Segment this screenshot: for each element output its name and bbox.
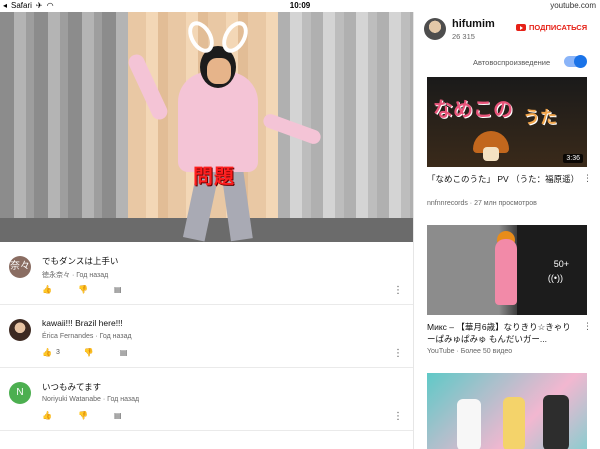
video-duration: 3:36 — [563, 154, 583, 163]
video-player[interactable]: 問題 — [0, 12, 413, 242]
autoplay-toggle[interactable] — [564, 55, 587, 68]
video-caption: 問題 — [193, 164, 235, 188]
comment-author[interactable]: Érica Fernandes — [42, 333, 93, 340]
recommendation-item[interactable] — [427, 373, 587, 449]
dislike-icon[interactable]: 👎 — [78, 285, 88, 294]
channel-avatar[interactable] — [424, 18, 446, 40]
like-count: 3 — [55, 349, 60, 356]
more-vert-icon[interactable]: ⋮ — [583, 173, 592, 184]
mix-radio-icon: ((•)) — [547, 273, 563, 283]
video-frame-curtain-left — [0, 12, 128, 222]
comment-time: Год назад — [76, 272, 109, 279]
dislike-icon[interactable]: 👎 — [78, 411, 88, 420]
thumbnail-title-text: うた — [523, 108, 557, 127]
comment-author[interactable]: 徳永奈々 — [42, 272, 70, 279]
video-dancer-face — [207, 58, 231, 84]
toggle-knob — [574, 55, 587, 68]
video-thumbnail[interactable] — [427, 373, 587, 449]
like-icon[interactable]: 👍 — [42, 285, 52, 294]
comment-text: kawaii!!! Brazil here!!! — [42, 318, 123, 328]
thumbnail-title-text: なめこの — [433, 97, 513, 121]
comment-text: でもダンスは上手い — [42, 256, 119, 266]
comment-time: Год назад — [107, 396, 140, 403]
mix-thumbnail[interactable]: 50+ ((•)) — [427, 225, 587, 315]
thumbnail-figure — [457, 399, 481, 449]
subscribe-button[interactable]: ПОДПИСАТЬСЯ — [516, 23, 587, 32]
more-vert-icon[interactable]: ⋮ — [393, 412, 403, 422]
comment-actions: 👍 👎 ▤ — [42, 411, 148, 420]
status-bar: ◂ Safari ✈ ◠ 10:09 youtube.com — [0, 0, 600, 12]
comments-list: 奈々 でもダンスは上手い 徳永奈々 · Год назад 👍 👎 ▤ ⋮ ka… — [0, 242, 413, 431]
like-icon[interactable]: 👍 — [42, 348, 52, 357]
recommendation-item[interactable]: 50+ ((•)) Микс – 【華月6歳】なりきり☆きゃりーぱみゅぱみゅ も… — [427, 225, 592, 375]
avatar[interactable]: N — [9, 382, 31, 404]
playlist-overlay — [517, 225, 587, 315]
video-frame-curtain-right — [278, 12, 413, 222]
comment-meta: Noriyuki Watanabe · Год назад — [42, 396, 140, 403]
thumbnail-figure — [543, 395, 569, 449]
thumbnail-figure — [495, 239, 517, 305]
comment-item: 奈々 でもダンスは上手い 徳永奈々 · Год назад 👍 👎 ▤ ⋮ — [0, 242, 413, 305]
comment-author[interactable]: Noriyuki Watanabe — [42, 396, 101, 403]
avatar[interactable] — [9, 319, 31, 341]
avatar[interactable]: 奈々 — [9, 256, 31, 278]
main-column: 問題 奈々 でもダンスは上手い 徳永奈々 · Год назад 👍 👎 ▤ ⋮… — [0, 12, 413, 449]
subscriber-count: 26 315 — [452, 32, 475, 41]
video-thumbnail[interactable]: なめこの うた 3:36 — [427, 77, 587, 167]
sidebar: hifumim 26 315 ПОДПИСАТЬСЯ Автовоспроизв… — [413, 12, 600, 449]
comment-actions: 👍 3 👎 ▤ — [42, 348, 153, 357]
comment-meta: Érica Fernandes · Год назад — [42, 333, 132, 340]
thumbnail-figure — [503, 397, 525, 449]
recommendation-item[interactable]: なめこの うた 3:36 「なめこのうた」 PV （うた：福原遥） nnfnnr… — [427, 77, 592, 227]
reply-icon[interactable]: ▤ — [120, 348, 128, 357]
recommendation-meta: YouTube · Более 50 видео — [427, 348, 513, 355]
thumbnail-mushroom-stem — [483, 147, 499, 161]
comment-item: N いつもみてます Noriyuki Watanabe · Год назад … — [0, 368, 413, 431]
reply-icon[interactable]: ▤ — [114, 411, 122, 420]
youtube-logo-icon — [516, 24, 526, 31]
dislike-icon[interactable]: 👎 — [84, 348, 94, 357]
more-vert-icon[interactable]: ⋮ — [393, 349, 403, 359]
comment-item: kawaii!!! Brazil here!!! Érica Fernandes… — [0, 305, 413, 368]
comment-meta: 徳永奈々 · Год назад — [42, 272, 109, 279]
comment-text: いつもみてます — [42, 382, 102, 392]
more-vert-icon[interactable]: ⋮ — [393, 286, 403, 296]
status-url: youtube.com — [550, 1, 596, 10]
autoplay-label: Автовоспроизведение — [473, 58, 551, 67]
status-time: 10:09 — [289, 1, 311, 10]
like-icon[interactable]: 👍 — [42, 411, 52, 420]
recommendation-title[interactable]: Микс – 【華月6歳】なりきり☆きゃりーぱみゅぱみゅ もんだいガー... — [427, 321, 577, 345]
comment-actions: 👍 👎 ▤ — [42, 285, 148, 294]
subscribe-label: ПОДПИСАТЬСЯ — [529, 23, 588, 32]
more-vert-icon[interactable]: ⋮ — [583, 321, 592, 332]
recommendation-meta: nnfnnrecords · 27 млн просмотров — [427, 200, 537, 207]
comment-time: Год назад — [99, 333, 132, 340]
playlist-count: 50+ — [553, 259, 569, 269]
recommendation-title[interactable]: 「なめこのうた」 PV （うた：福原遥） — [427, 173, 579, 185]
channel-name[interactable]: hifumim — [452, 18, 495, 30]
reply-icon[interactable]: ▤ — [114, 285, 122, 294]
